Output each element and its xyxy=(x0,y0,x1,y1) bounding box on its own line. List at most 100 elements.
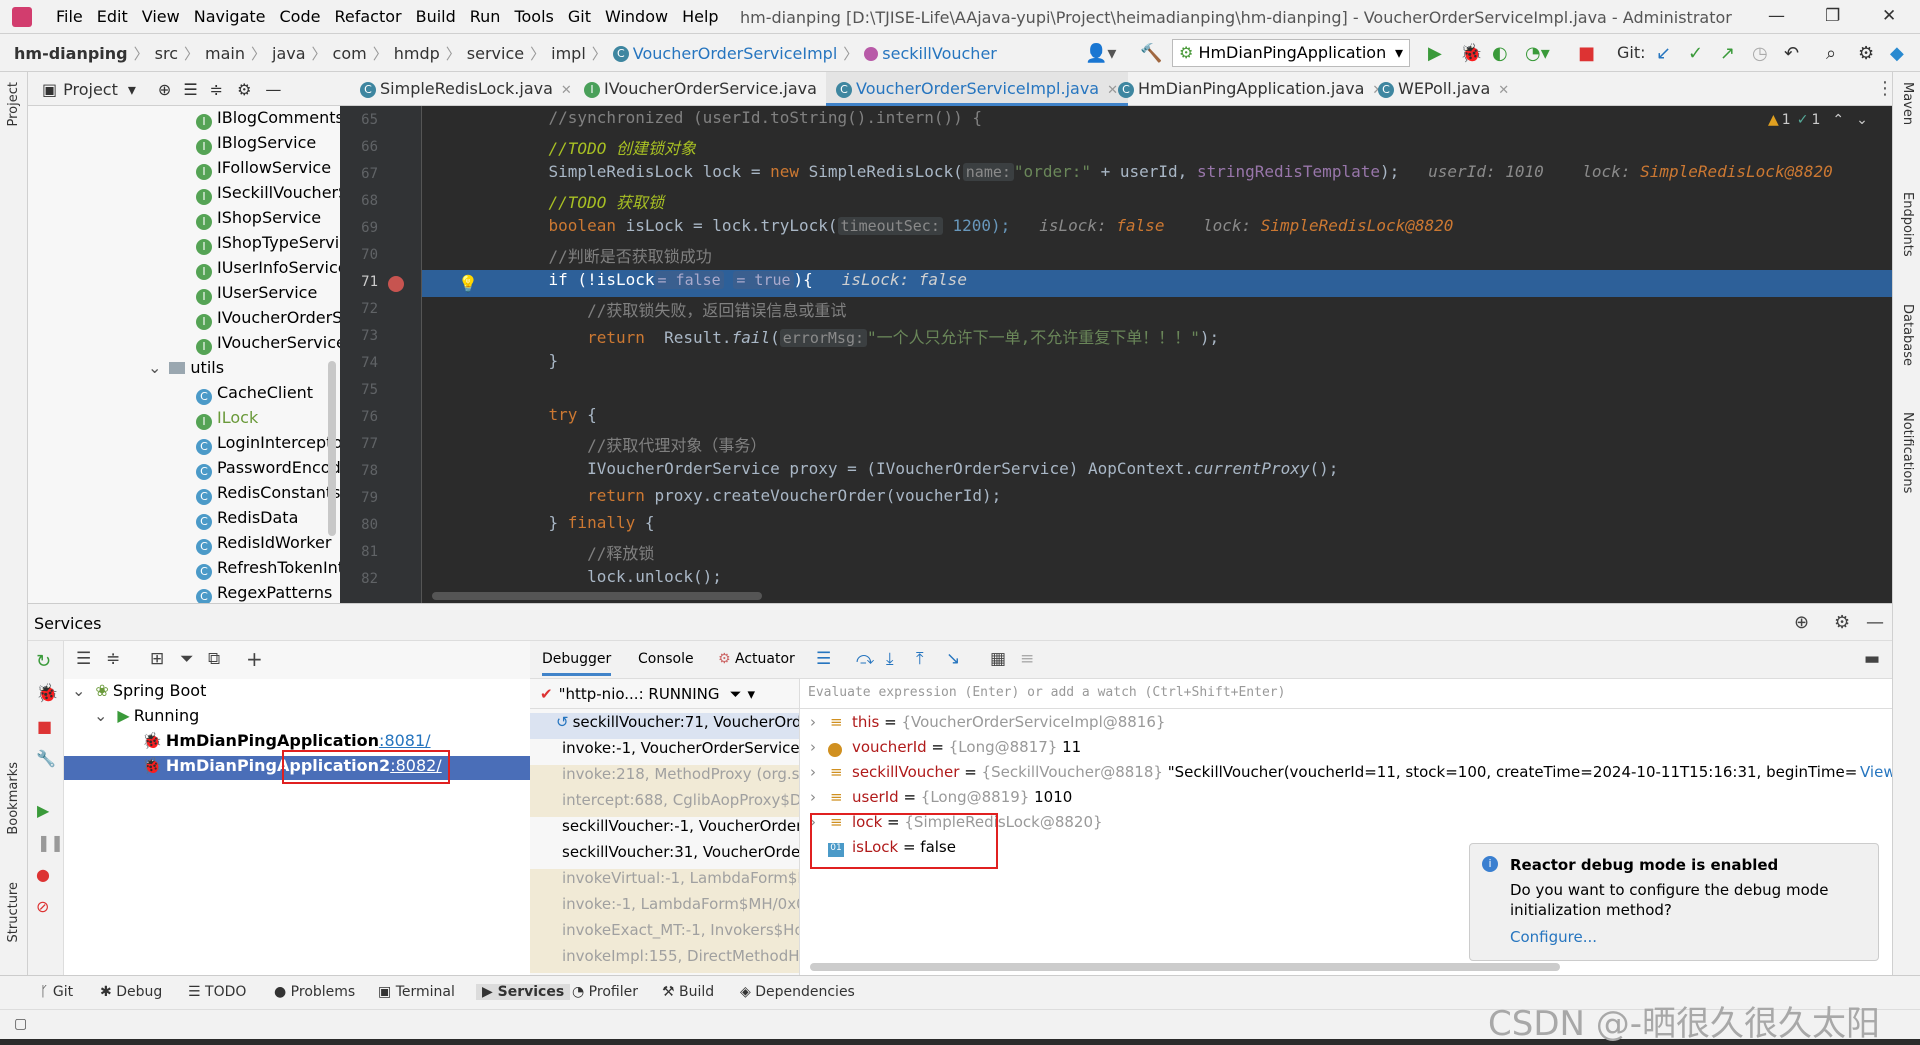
step-out-icon[interactable]: ⤒ xyxy=(916,649,924,669)
chevron-down-icon[interactable]: ▾ xyxy=(128,80,136,99)
filter-icon[interactable]: ⏷ xyxy=(180,649,194,669)
add-icon[interactable]: + xyxy=(246,647,263,671)
variable-row[interactable]: › ≡ userId = {Long@8819} 1010 xyxy=(800,788,1072,813)
dependencies-tool-button[interactable]: ◈ Dependencies xyxy=(740,984,855,1000)
menu-navigate[interactable]: Navigate xyxy=(194,7,266,26)
structure-tool-button[interactable]: Structure xyxy=(6,882,21,942)
stack-frame[interactable]: invoke:-1, LambdaForm$MH/0x0 xyxy=(530,895,799,921)
profiler-tool-button[interactable]: ◔ Profiler xyxy=(572,984,638,1000)
service-port-link[interactable]: :8081/ xyxy=(379,731,431,750)
tree-node-running[interactable]: ⌄ ▶ Running xyxy=(94,706,199,730)
git-push-icon[interactable]: ↗ xyxy=(1720,43,1735,64)
services-tool-button[interactable]: ▶ Services xyxy=(476,984,571,1000)
tree-item[interactable]: I IFollowService xyxy=(196,158,331,183)
menu-build[interactable]: Build xyxy=(416,7,456,26)
stack-frame[interactable]: seckillVoucher:31, VoucherOrder xyxy=(530,843,799,869)
coverage-icon[interactable]: ◐ xyxy=(1492,43,1508,64)
todo-tool-button[interactable]: ☰ TODO xyxy=(188,984,246,1000)
stack-frame[interactable]: invokeImpl:155, DirectMethodH xyxy=(530,947,799,973)
git-update-icon[interactable]: ↙ xyxy=(1656,43,1671,64)
horizontal-scrollbar[interactable] xyxy=(432,592,762,600)
stack-frame[interactable]: invokeVirtual:-1, LambdaForm$D xyxy=(530,869,799,895)
tree-item[interactable]: I IVoucherOrderSe xyxy=(196,308,340,333)
project-scrollbar[interactable] xyxy=(328,361,336,536)
crumb-class[interactable]: VoucherOrderServiceImpl xyxy=(633,44,838,63)
history-icon[interactable]: ◷ xyxy=(1752,43,1768,64)
tree-item[interactable]: C RedisIdWorker xyxy=(196,533,331,558)
build-tool-button[interactable]: ⚒ Build xyxy=(662,984,714,1000)
project-tool-button[interactable]: Project xyxy=(6,82,21,126)
tab-voucherorderserviceimpl[interactable]: C VoucherOrderServiceImpl.java ✕ xyxy=(826,72,1129,106)
settings-icon[interactable]: ⚙ xyxy=(1858,43,1874,64)
gear-icon[interactable]: ⚙ xyxy=(1834,612,1850,633)
crumb-src[interactable]: src xyxy=(155,44,178,63)
collapse-all-icon[interactable]: ≑ xyxy=(210,80,223,99)
mute-breakpoints-icon[interactable]: ⊘ xyxy=(36,897,49,916)
restore-icon[interactable]: ❐ xyxy=(1825,6,1840,26)
database-tool-button[interactable]: Database xyxy=(1900,304,1915,366)
minimize-icon[interactable]: — xyxy=(1768,6,1785,26)
stack-frame[interactable]: intercept:688, CglibAopProxy$D xyxy=(530,791,799,817)
collapse-all-icon[interactable]: ≑ xyxy=(106,649,120,669)
tree-item[interactable]: I ILock xyxy=(196,408,258,433)
terminal-tool-button[interactable]: ▣ Terminal xyxy=(378,984,455,1000)
plugin-icon[interactable]: ◆ xyxy=(1890,43,1904,64)
step-over-icon[interactable]: ⤼ xyxy=(856,649,874,669)
git-commit-icon[interactable]: ✓ xyxy=(1688,43,1703,64)
group-icon[interactable]: ⊞ xyxy=(150,649,164,669)
tree-item[interactable]: C RegexPatterns xyxy=(196,583,332,603)
rerun-icon[interactable]: ↻ xyxy=(36,651,51,672)
horizontal-scrollbar[interactable] xyxy=(810,963,1560,971)
chevron-up-icon[interactable]: ⌃ xyxy=(1832,112,1844,128)
menu-file[interactable]: File xyxy=(56,7,83,26)
lightbulb-icon[interactable]: 💡 xyxy=(458,274,478,293)
menu-help[interactable]: Help xyxy=(682,7,718,26)
menu-tools[interactable]: Tools xyxy=(514,7,553,26)
variable-row[interactable]: › voucherId = {Long@8817} 11 xyxy=(800,738,1081,763)
tab-wepoll[interactable]: C WEPoll.java ✕ xyxy=(1368,72,1519,106)
tab-actuator[interactable]: ⚙ Actuator xyxy=(718,651,795,667)
tree-item[interactable]: C RedisData xyxy=(196,508,298,533)
stack-frame[interactable]: ↺ seckillVoucher:71, VoucherOrder xyxy=(530,713,799,739)
hammer-icon[interactable]: 🔨 xyxy=(1140,43,1162,64)
tree-item[interactable]: C RedisConstants xyxy=(196,483,340,508)
tree-item[interactable]: C PasswordEncode xyxy=(196,458,340,483)
tree-item[interactable]: I IVoucherService xyxy=(196,333,340,358)
stack-frame[interactable]: invokeExact_MT:-1, Invokers$Ho xyxy=(530,921,799,947)
search-icon[interactable]: ⌕ xyxy=(1826,43,1836,64)
debug-icon[interactable]: 🐞 xyxy=(36,683,58,704)
layout-toggle-icon[interactable]: ▢ xyxy=(14,1016,27,1032)
crumb-com[interactable]: com xyxy=(333,44,367,63)
tree-item[interactable]: C CacheClient xyxy=(196,383,313,408)
close-tab-icon[interactable]: ✕ xyxy=(1498,83,1509,98)
chevron-down-icon[interactable]: ▾ xyxy=(748,685,756,703)
crumb-project[interactable]: hm-dianping xyxy=(14,44,128,63)
expand-all-icon[interactable]: ☰ xyxy=(183,80,197,99)
menu-window[interactable]: Window xyxy=(605,7,668,26)
resume-icon[interactable]: ▶ xyxy=(37,801,49,820)
frames-menu-icon[interactable]: ☰ xyxy=(816,649,831,669)
debug-tool-button[interactable]: ✱ Debug xyxy=(100,984,162,1000)
close-icon[interactable]: ✕ xyxy=(1882,6,1896,26)
tree-item[interactable]: CRefreshTokenInte xyxy=(196,558,340,583)
tab-ivoucherorderservice[interactable]: IIVoucherOrderService.java✕ xyxy=(574,72,846,106)
locate-icon[interactable]: ⊕ xyxy=(158,80,171,99)
wrench-icon[interactable]: 🔧 xyxy=(36,749,56,768)
run-to-cursor-icon[interactable]: ↘ xyxy=(946,649,960,669)
stack-frame[interactable]: seckillVoucher:-1, VoucherOrder xyxy=(530,817,799,843)
tree-item[interactable]: I IShopTypeServic xyxy=(196,233,340,258)
view-breakpoints-icon[interactable]: ● xyxy=(36,865,50,884)
rollback-icon[interactable]: ↶ xyxy=(1784,43,1799,64)
tree-item[interactable]: I IBlogService xyxy=(196,133,316,158)
endpoints-tool-button[interactable]: Endpoints xyxy=(1900,192,1915,257)
problems-tool-button[interactable]: ● Problems xyxy=(274,984,355,1000)
tree-node-spring-boot[interactable]: ⌄ ❀ Spring Boot xyxy=(72,681,206,705)
variable-row[interactable]: › ≡ seckillVoucher = {SeckillVoucher@8818}… xyxy=(800,763,1892,788)
tree-item[interactable]: C LoginInterceptor xyxy=(196,433,340,458)
user-icon[interactable]: 👤▾ xyxy=(1085,43,1116,64)
menu-code[interactable]: Code xyxy=(280,7,321,26)
tree-item[interactable]: I IUserInfoService xyxy=(196,258,340,283)
profile-icon[interactable]: ◔▾ xyxy=(1525,43,1550,64)
menu-run[interactable]: Run xyxy=(470,7,501,26)
inspection-widget[interactable]: ▲ 1 ✓ 1 ⌃ ⌄ xyxy=(1768,112,1868,128)
